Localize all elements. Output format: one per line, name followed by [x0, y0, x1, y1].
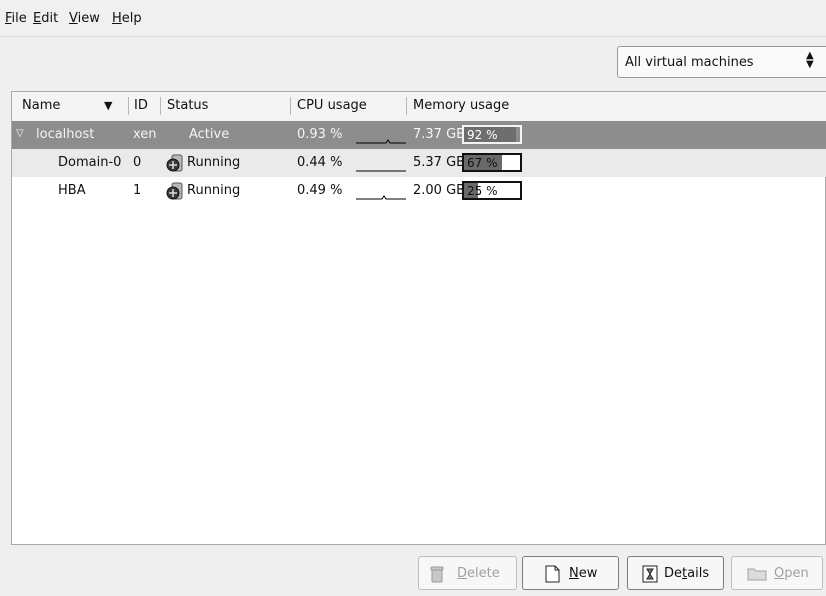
menu-view[interactable]: View — [69, 11, 100, 26]
delete-button-label: Delete — [457, 566, 500, 581]
menu-help[interactable]: Help — [112, 11, 142, 26]
tree-row-vm[interactable]: Domain-0 0 Running 0.44 % 5.37 GB 67 % — [12, 149, 826, 177]
row-id: 1 — [133, 183, 142, 198]
row-name: Domain-0 — [58, 155, 122, 170]
updown-arrow-icon: ▲ ▼ — [806, 50, 814, 70]
memory-usage-bar: 25 % — [462, 181, 522, 200]
row-status: Running — [187, 155, 241, 170]
vm-status-icon — [166, 154, 183, 172]
menu-file[interactable]: File — [5, 11, 27, 26]
delete-button[interactable]: Delete — [418, 556, 517, 590]
column-separator[interactable] — [160, 97, 161, 115]
details-button[interactable]: Details — [627, 556, 724, 590]
trash-icon — [430, 566, 444, 583]
row-cpu: 0.93 % — [297, 127, 343, 142]
column-separator[interactable] — [290, 97, 291, 115]
row-status: Running — [187, 183, 241, 198]
row-memory: 7.37 GB — [413, 127, 466, 142]
row-id: xen — [133, 127, 157, 142]
column-separator[interactable] — [128, 97, 129, 115]
open-button-label: Open — [774, 566, 809, 581]
new-button[interactable]: New — [522, 556, 619, 590]
memory-usage-percent: 92 % — [467, 128, 498, 142]
tree-row-vm[interactable]: HBA 1 Running 0.49 % 2.00 GB 25 % — [12, 177, 826, 205]
menu-help-mnemonic: H — [112, 11, 122, 26]
column-header-name[interactable]: Name — [22, 92, 60, 121]
cpu-sparkline — [356, 170, 406, 172]
row-memory: 5.37 GB — [413, 155, 466, 170]
details-icon — [642, 565, 658, 583]
row-status: Active — [189, 127, 230, 142]
row-id: 0 — [133, 155, 142, 170]
new-document-icon — [545, 565, 560, 583]
tree-row-host[interactable]: ▽ localhost xen Active 0.93 % 7.37 GB 92… — [12, 121, 826, 149]
column-header-id-label: ID — [134, 98, 148, 113]
menu-bar: File Edit View Help — [0, 0, 826, 37]
row-cpu: 0.49 % — [297, 183, 343, 198]
menu-edit-mnemonic: E — [33, 11, 42, 26]
cpu-sparkline — [356, 139, 406, 144]
vm-filter-value: All virtual machines — [625, 55, 754, 70]
vm-list[interactable]: Name ▼ ID Status CPU usage Memory usage … — [11, 91, 826, 545]
column-header-memory[interactable]: Memory usage — [413, 92, 509, 121]
menu-help-label: elp — [121, 11, 142, 26]
folder-icon — [747, 568, 767, 581]
row-name: localhost — [36, 127, 95, 142]
column-header-status-label: Status — [167, 98, 209, 113]
column-header-memory-label: Memory usage — [413, 98, 510, 113]
column-header-cpu[interactable]: CPU usage — [297, 92, 367, 121]
open-button[interactable]: Open — [731, 556, 823, 590]
menu-view-label: iew — [77, 11, 100, 26]
memory-usage-percent: 67 % — [467, 156, 498, 170]
column-header-name-label: Name — [22, 98, 61, 113]
expander-triangle-icon[interactable]: ▽ — [16, 128, 24, 139]
menu-file-label: ile — [11, 11, 27, 26]
memory-usage-bar: 67 % — [462, 153, 522, 172]
memory-usage-percent: 25 % — [467, 184, 498, 198]
details-button-label: Details — [664, 566, 710, 581]
column-separator[interactable] — [406, 97, 407, 115]
row-memory: 2.00 GB — [413, 183, 466, 198]
menu-view-mnemonic: V — [69, 11, 78, 26]
chevron-down-icon[interactable]: ▼ — [104, 92, 112, 121]
column-header-id[interactable]: ID — [134, 92, 148, 121]
column-header-status[interactable]: Status — [167, 92, 208, 121]
menu-edit[interactable]: Edit — [33, 11, 58, 26]
menu-edit-label: dit — [41, 11, 59, 26]
new-button-label: New — [569, 566, 598, 581]
column-header-row: Name ▼ ID Status CPU usage Memory usage — [12, 92, 826, 121]
vm-status-icon — [166, 182, 183, 200]
memory-usage-bar: 92 % — [462, 125, 522, 144]
row-name: HBA — [58, 183, 86, 198]
cpu-sparkline — [356, 195, 406, 200]
column-header-cpu-label: CPU usage — [297, 98, 367, 113]
vm-filter-dropdown[interactable]: All virtual machines ▲ ▼ — [617, 46, 826, 78]
row-cpu: 0.44 % — [297, 155, 343, 170]
